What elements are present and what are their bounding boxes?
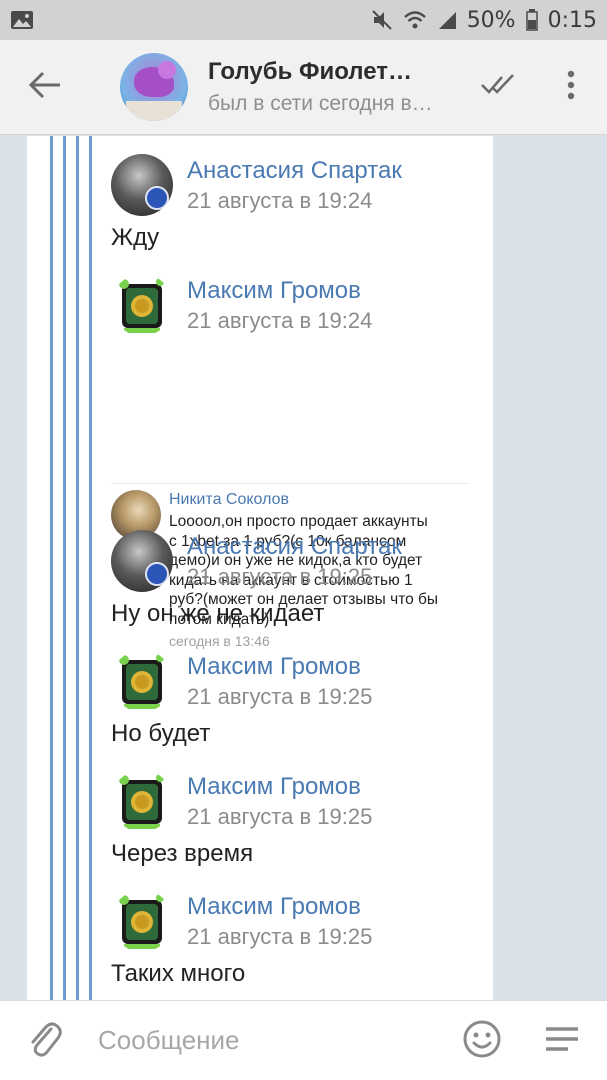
battery-icon bbox=[525, 9, 538, 31]
list-item[interactable]: Анастасия Спартак 21 августа в 19:25 Ну … bbox=[111, 530, 491, 630]
clock: 0:15 bbox=[547, 7, 597, 33]
mark-read-button[interactable] bbox=[463, 40, 535, 135]
message-text: Таких много bbox=[111, 960, 246, 987]
message-text: Ну он же не кидает bbox=[111, 600, 325, 627]
emoji-button[interactable] bbox=[447, 1001, 517, 1080]
chat-title-block[interactable]: Голубь Фиолет… был в сети сегодня в… bbox=[208, 58, 463, 116]
status-bar: 50% 0:15 bbox=[0, 0, 607, 40]
forward-indicator bbox=[50, 136, 95, 1000]
message-composer bbox=[0, 1000, 607, 1080]
signal-icon bbox=[437, 10, 457, 30]
message-text: Но будет bbox=[111, 720, 211, 747]
message-time: 21 августа в 19:25 bbox=[187, 564, 373, 589]
message-author[interactable]: Максим Громов bbox=[187, 892, 372, 922]
list-item[interactable]: Максим Громов 21 августа в 19:25 Таких м… bbox=[111, 890, 491, 990]
list-item[interactable]: Максим Громов 21 августа в 19:24 bbox=[111, 274, 491, 336]
message-time: сегодня в 13:46 bbox=[169, 633, 270, 649]
message-text: Жду bbox=[111, 224, 160, 251]
mute-icon bbox=[371, 9, 393, 31]
avatar[interactable] bbox=[111, 154, 173, 216]
emoji-icon bbox=[462, 1019, 502, 1063]
avatar[interactable] bbox=[111, 890, 173, 952]
avatar[interactable] bbox=[111, 530, 173, 592]
more-options-button[interactable] bbox=[535, 40, 607, 135]
list-item[interactable]: Максим Громов 21 августа в 19:25 Но буде… bbox=[111, 650, 491, 750]
battery-percent: 50% bbox=[466, 7, 516, 33]
more-vert-icon bbox=[567, 70, 575, 104]
message-text: Через время bbox=[111, 840, 254, 867]
back-arrow-icon bbox=[28, 71, 62, 103]
attach-button[interactable] bbox=[0, 1001, 90, 1080]
list-item[interactable]: Максим Громов 21 августа в 19:25 Через в… bbox=[111, 770, 491, 870]
page-title: Голубь Фиолет… bbox=[208, 58, 413, 85]
message-author[interactable]: Никита Соколов bbox=[169, 490, 469, 510]
chat-header: Голубь Фиолет… был в сети сегодня в… bbox=[0, 40, 607, 135]
message-time: 21 августа в 19:24 bbox=[187, 188, 373, 213]
avatar[interactable] bbox=[111, 770, 173, 832]
wifi-icon bbox=[403, 10, 427, 30]
message-time: 21 августа в 19:25 bbox=[187, 684, 373, 709]
back-button[interactable] bbox=[0, 40, 90, 135]
menu-icon bbox=[544, 1025, 580, 1057]
message-time: 21 августа в 19:24 bbox=[187, 308, 373, 333]
avatar[interactable] bbox=[120, 53, 188, 121]
message-author[interactable]: Максим Громов bbox=[187, 276, 372, 306]
message-time: 21 августа в 19:25 bbox=[187, 804, 373, 829]
message-author[interactable]: Максим Громов bbox=[187, 772, 372, 802]
message-panel[interactable]: Анастасия Спартак 21 августа в 19:24 Жду… bbox=[27, 136, 493, 1000]
message-author[interactable]: Анастасия Спартак bbox=[187, 532, 402, 562]
message-author[interactable]: Анастасия Спартак bbox=[187, 156, 402, 186]
list-item[interactable]: Анастасия Спартак 21 августа в 19:24 Жду bbox=[111, 154, 491, 254]
last-seen-status: был в сети сегодня в… bbox=[208, 92, 433, 115]
avatar[interactable] bbox=[111, 650, 173, 712]
message-input[interactable] bbox=[90, 1010, 447, 1071]
paperclip-icon bbox=[27, 1019, 63, 1063]
double-check-icon bbox=[480, 73, 518, 101]
message-author[interactable]: Максим Громов bbox=[187, 652, 372, 682]
keyboard-menu-button[interactable] bbox=[517, 1001, 607, 1080]
message-time: 21 августа в 19:25 bbox=[187, 924, 373, 949]
avatar[interactable] bbox=[111, 274, 173, 336]
image-icon bbox=[10, 10, 34, 30]
